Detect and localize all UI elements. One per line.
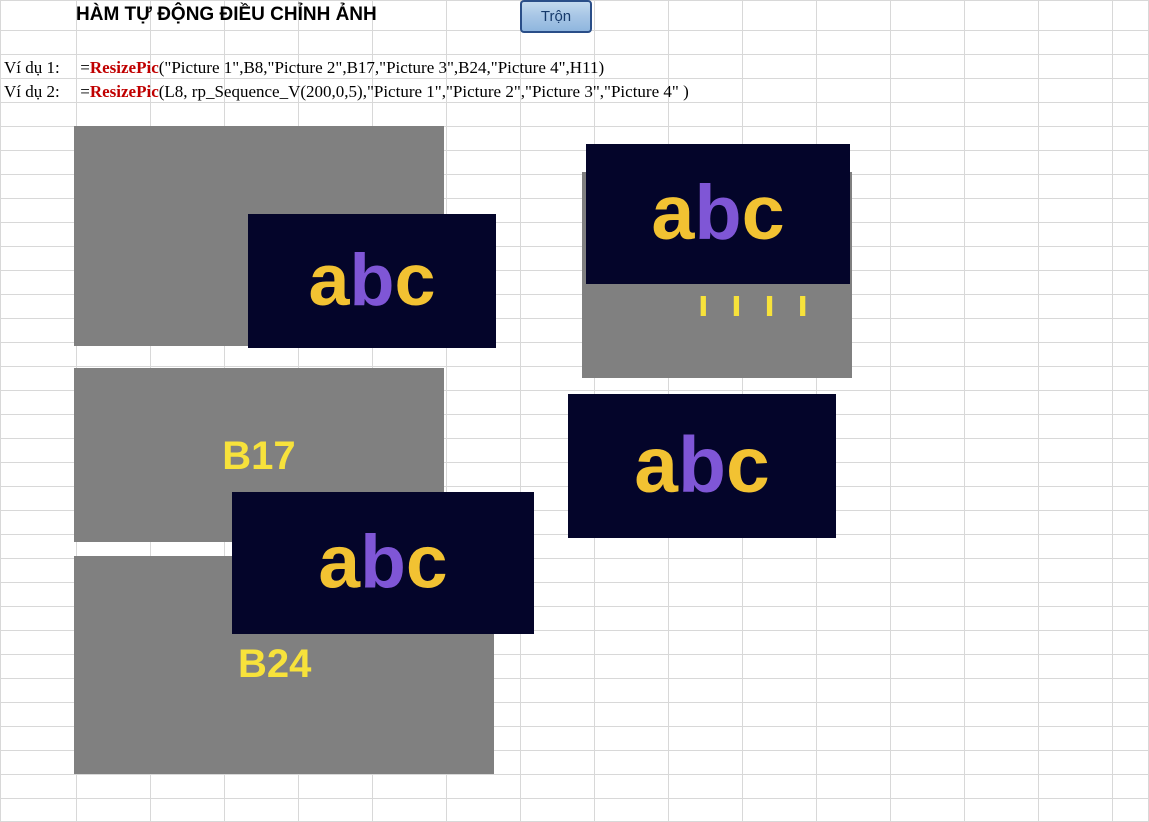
abc-icon: abc [600,151,836,277]
picture-abc-top-right[interactable]: abc [586,144,850,284]
example-row-2: Ví dụ 2: =ResizePic(L8, rp_Sequence_V(20… [4,82,689,102]
formula-args-2: (L8, rp_Sequence_V(200,0,5),"Picture 1",… [159,82,689,101]
example-row-1: Ví dụ 1: =ResizePic("Picture 1",B8,"Pict… [4,58,604,78]
picture-abc-top-left[interactable]: abc [248,214,496,348]
function-name: ResizePic [90,82,159,101]
svg-text:abc: abc [318,519,447,603]
formula-eq: = [80,82,90,101]
h11-partial-label: ı ı ı ı [698,283,814,326]
svg-text:abc: abc [308,238,435,321]
svg-text:abc: abc [651,170,784,256]
mix-button[interactable]: Trộn [520,0,592,33]
abc-icon: abc [253,502,513,624]
b24-label: B24 [238,642,311,687]
picture-abc-bottom-left[interactable]: abc [232,492,534,634]
function-name: ResizePic [90,58,159,77]
b17-label: B17 [222,434,295,479]
abc-icon: abc [260,221,484,341]
page-title: HÀM TỰ ĐỘNG ĐIỀU CHỈNH ẢNH [76,4,377,26]
example-1-label: Ví dụ 1: [4,58,76,78]
formula-eq: = [80,58,90,77]
formula-args-1: ("Picture 1",B8,"Picture 2",B17,"Picture… [159,58,604,77]
example-2-label: Ví dụ 2: [4,82,76,102]
svg-text:abc: abc [634,421,770,509]
abc-icon: abc [582,402,822,530]
picture-abc-mid-right[interactable]: abc [568,394,836,538]
